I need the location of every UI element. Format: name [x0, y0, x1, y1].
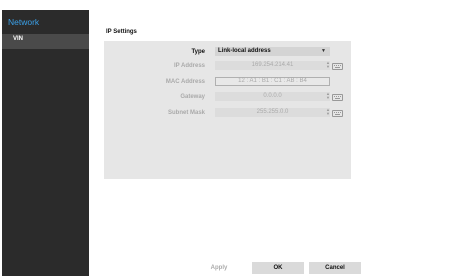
ip-address-row: IP Address 169.254.214.41 ▲ ▼ [104, 60, 351, 72]
ip-address-label: IP Address [173, 63, 205, 69]
network-settings-window: Network VIN IP Settings Type Link-local … [0, 0, 460, 277]
section-title: IP Settings [106, 29, 137, 35]
cancel-button[interactable]: Cancel [309, 262, 361, 274]
gateway-label: Gateway [180, 94, 205, 100]
keyboard-icon[interactable] [332, 94, 343, 101]
sidebar: Network VIN [2, 10, 89, 276]
mac-address-label: MAC Address [165, 79, 205, 85]
gateway-field[interactable]: 0.0.0.0 [215, 92, 330, 101]
stepper-icon[interactable]: ▲ ▼ [326, 92, 330, 101]
sidebar-item-label: VIN [13, 36, 24, 42]
apply-button[interactable]: Apply [198, 262, 240, 274]
ip-settings-panel: Type Link-local address ▼ IP Address 169… [104, 41, 351, 179]
type-row: Type Link-local address ▼ [104, 46, 351, 58]
ip-address-field[interactable]: 169.254.214.41 [215, 61, 330, 70]
main-content: IP Settings Type Link-local address ▼ IP… [94, 10, 460, 277]
sidebar-header: Network [8, 17, 40, 27]
gateway-row: Gateway 0.0.0.0 ▲ ▼ [104, 91, 351, 103]
type-value: Link-local address [218, 48, 271, 54]
sidebar-item-vin[interactable]: VIN [2, 34, 89, 49]
stepper-icon[interactable]: ▲ ▼ [326, 61, 330, 70]
mac-address-field: 12 : A1 : B1 : C1 : AB : B4 [215, 77, 330, 86]
ok-button[interactable]: OK [252, 262, 304, 274]
mac-address-row: MAC Address 12 : A1 : B1 : C1 : AB : B4 [104, 76, 351, 88]
keyboard-icon[interactable] [332, 63, 343, 70]
keyboard-icon[interactable] [332, 110, 343, 117]
chevron-down-icon: ▼ [321, 48, 326, 54]
subnet-mask-row: Subnet Mask 255.255.0.0 ▲ ▼ [104, 107, 351, 119]
type-label: Type [191, 49, 205, 55]
stepper-icon[interactable]: ▲ ▼ [326, 108, 330, 117]
subnet-mask-field[interactable]: 255.255.0.0 [215, 108, 330, 117]
subnet-mask-label: Subnet Mask [167, 110, 205, 116]
type-select[interactable]: Link-local address ▼ [215, 47, 330, 56]
